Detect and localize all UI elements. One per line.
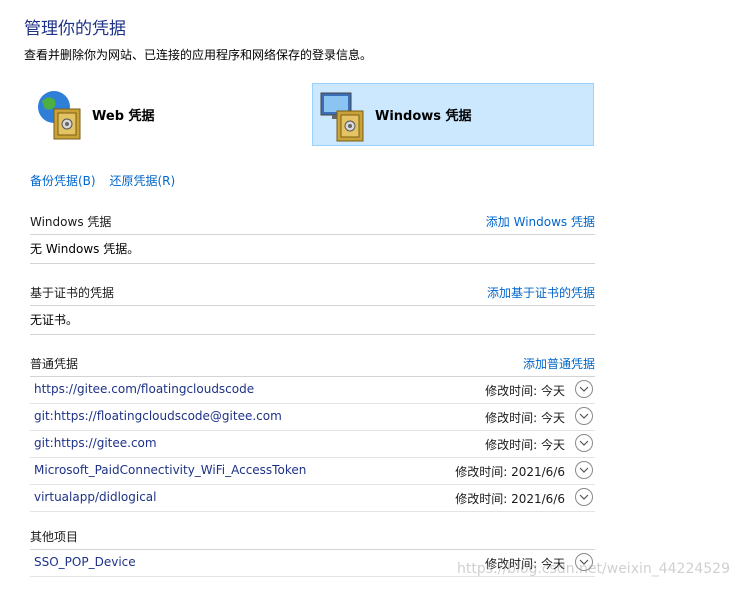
windows-credentials-label: Windows 凭据 bbox=[375, 109, 472, 124]
empty-message: 无 Windows 凭据。 bbox=[30, 235, 595, 264]
expand-chevron-icon[interactable] bbox=[575, 380, 593, 398]
windows-credentials-section: Windows 凭据 添加 Windows 凭据 无 Windows 凭据。 bbox=[30, 208, 595, 264]
certificate-credentials-section: 基于证书的凭据 添加基于证书的凭据 无证书。 bbox=[30, 279, 595, 335]
generic-credentials-section: 普通凭据 添加普通凭据 https://gitee.com/floatingcl… bbox=[30, 350, 595, 512]
expand-chevron-icon[interactable] bbox=[575, 488, 593, 506]
credential-modified: 修改时间: 今天 bbox=[485, 411, 565, 425]
page-title: 管理你的凭据 bbox=[24, 19, 126, 39]
backup-restore-links: 备份凭据(B) 还原凭据(R) bbox=[30, 172, 185, 189]
empty-message: 无证书。 bbox=[30, 306, 595, 335]
add-generic-credential-link[interactable]: 添加普通凭据 bbox=[523, 355, 595, 372]
restore-credentials-link[interactable]: 还原凭据(R) bbox=[109, 174, 175, 188]
expand-chevron-icon[interactable] bbox=[575, 434, 593, 452]
section-title: Windows 凭据 bbox=[30, 215, 112, 229]
section-title: 其他项目 bbox=[30, 530, 79, 544]
web-credentials-label: Web 凭据 bbox=[92, 109, 155, 124]
credential-name: git:https://gitee.com bbox=[34, 436, 157, 450]
credential-modified: 修改时间: 今天 bbox=[485, 384, 565, 398]
credential-row[interactable]: git:https://gitee.com 修改时间: 今天 bbox=[30, 431, 595, 458]
expand-chevron-icon[interactable] bbox=[575, 407, 593, 425]
credential-row[interactable]: git:https://floatingcloudscode@gitee.com… bbox=[30, 404, 595, 431]
credential-modified: 修改时间: 今天 bbox=[485, 438, 565, 452]
credential-name: virtualapp/didlogical bbox=[34, 490, 157, 504]
windows-credentials-tile[interactable]: Windows 凭据 bbox=[312, 83, 594, 146]
credential-modified: 修改时间: 2021/6/6 bbox=[455, 492, 565, 506]
add-certificate-credential-link[interactable]: 添加基于证书的凭据 bbox=[487, 284, 595, 301]
backup-credentials-link[interactable]: 备份凭据(B) bbox=[30, 174, 96, 188]
monitor-safe-icon bbox=[317, 87, 371, 143]
page-description: 查看并删除你为网站、已连接的应用程序和网络保存的登录信息。 bbox=[24, 48, 373, 62]
expand-chevron-icon[interactable] bbox=[575, 461, 593, 479]
credential-row[interactable]: Microsoft_PaidConnectivity_WiFi_AccessTo… bbox=[30, 458, 595, 485]
section-title: 基于证书的凭据 bbox=[30, 286, 115, 300]
credential-modified: 修改时间: 2021/6/6 bbox=[455, 465, 565, 479]
credential-row[interactable]: https://gitee.com/floatingcloudscode 修改时… bbox=[30, 377, 595, 404]
credential-row[interactable]: virtualapp/didlogical 修改时间: 2021/6/6 bbox=[30, 485, 595, 512]
credential-name: Microsoft_PaidConnectivity_WiFi_AccessTo… bbox=[34, 463, 307, 477]
globe-safe-icon bbox=[34, 87, 88, 143]
add-windows-credential-link[interactable]: 添加 Windows 凭据 bbox=[486, 213, 595, 230]
web-credentials-tile[interactable]: Web 凭据 bbox=[30, 83, 290, 146]
credential-name: https://gitee.com/floatingcloudscode bbox=[34, 382, 255, 396]
watermark: https://blog.csdn.net/weixin_44224529 bbox=[456, 561, 730, 577]
section-title: 普通凭据 bbox=[30, 357, 79, 371]
credential-name: SSO_POP_Device bbox=[34, 555, 136, 569]
credential-name: git:https://floatingcloudscode@gitee.com bbox=[34, 409, 282, 423]
